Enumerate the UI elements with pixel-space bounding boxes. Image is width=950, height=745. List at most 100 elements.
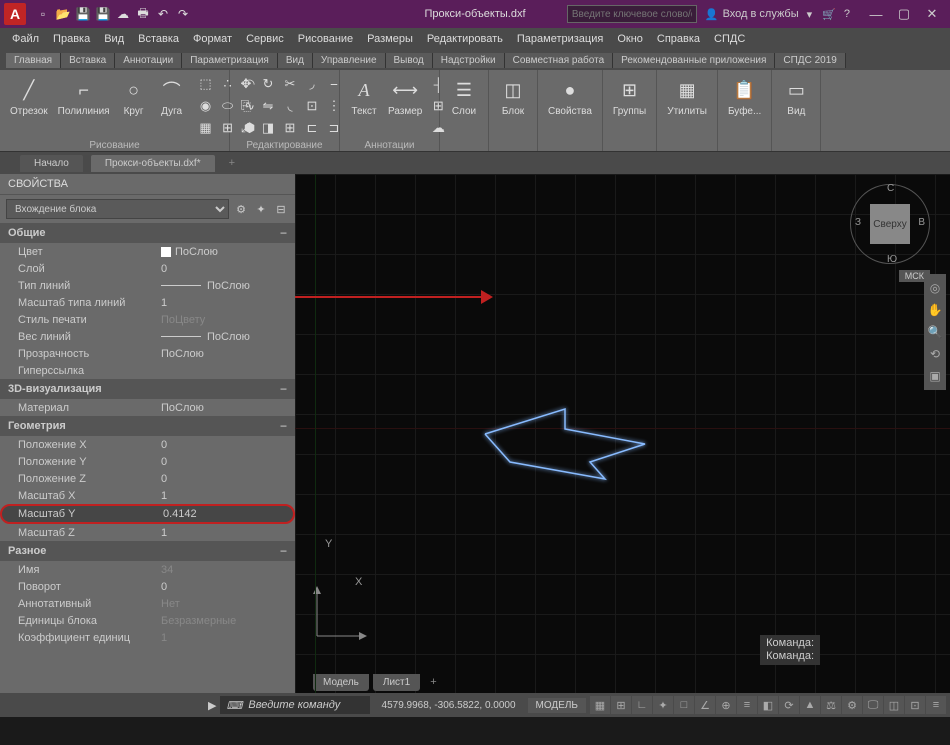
ws-toggle[interactable]: ⚙ <box>842 696 862 714</box>
property-row[interactable]: Единицы блокаБезразмерные <box>0 612 295 629</box>
rotate-icon[interactable]: ↻ <box>258 74 278 94</box>
cycling-toggle[interactable]: ⟳ <box>779 696 799 714</box>
dimension-tool[interactable]: ⟷Размер <box>384 74 426 138</box>
polyline-tool[interactable]: ⌐Полилиния <box>54 74 114 138</box>
open-icon[interactable]: 📂 <box>54 5 72 23</box>
property-value[interactable]: ПоСлою <box>155 246 295 258</box>
clean-toggle[interactable]: ⊡ <box>905 696 925 714</box>
menu-Рисование[interactable]: Рисование <box>292 31 359 47</box>
property-row[interactable]: ПрозрачностьПоСлою <box>0 345 295 362</box>
dyn-toggle[interactable]: ⊕ <box>716 696 736 714</box>
selection-dropdown[interactable]: Вхождение блока <box>6 199 229 219</box>
undo-icon[interactable]: ↶ <box>154 5 172 23</box>
ribbon-tab[interactable]: Аннотации <box>115 53 182 68</box>
property-row[interactable]: Масштаб типа линий1 <box>0 294 295 311</box>
menu-Редактировать[interactable]: Редактировать <box>421 31 509 47</box>
add-layout-icon[interactable]: + <box>424 676 442 688</box>
menu-Параметризация[interactable]: Параметризация <box>511 31 609 47</box>
property-row[interactable]: Гиперссылка <box>0 362 295 379</box>
filter-icon[interactable]: ⊟ <box>273 201 289 217</box>
property-value[interactable]: 1 <box>155 297 295 309</box>
app-logo[interactable]: A <box>4 3 26 25</box>
property-row[interactable]: Вес линийПоСлою <box>0 328 295 345</box>
customize-icon[interactable]: ≡ <box>926 696 946 714</box>
tool-icon[interactable]: ⊏ <box>302 118 322 138</box>
maximize-button[interactable]: ▢ <box>890 2 918 26</box>
ribbon-tab[interactable]: Надстройки <box>433 53 505 68</box>
transparency-toggle[interactable]: ◧ <box>758 696 778 714</box>
property-value[interactable]: Безразмерные <box>155 615 295 627</box>
property-row[interactable]: МатериалПоСлою <box>0 399 295 416</box>
property-row[interactable]: Положение Y0 <box>0 453 295 470</box>
property-value[interactable]: 1 <box>155 490 295 502</box>
menu-Размеры[interactable]: Размеры <box>361 31 419 47</box>
pan-icon[interactable]: ✋ <box>926 300 944 320</box>
section-vis3d[interactable]: 3D-визуализация− <box>0 379 295 399</box>
viewcube[interactable]: Сверху С Ю В З <box>850 184 930 264</box>
menu-СПДС[interactable]: СПДС <box>708 31 751 47</box>
section-misc[interactable]: Разное− <box>0 541 295 561</box>
text-tool[interactable]: AТекст <box>346 74 382 138</box>
menu-Сервис[interactable]: Сервис <box>240 31 290 47</box>
orbit-icon[interactable]: ⟲ <box>926 344 944 364</box>
property-value[interactable]: ПоСлою <box>155 348 295 360</box>
ribbon-tab[interactable]: Вывод <box>386 53 433 68</box>
new-icon[interactable]: ▫ <box>34 5 52 23</box>
saveas-icon[interactable]: 💾 <box>94 5 112 23</box>
clipboard-button[interactable]: 📋Буфе... <box>724 74 765 119</box>
user-icon[interactable]: 👤 <box>705 8 719 21</box>
cloud-icon[interactable]: ☁ <box>114 5 132 23</box>
property-value[interactable]: 0 <box>155 456 295 468</box>
tab-start[interactable]: Начало <box>20 155 83 172</box>
property-value[interactable]: 0 <box>155 581 295 593</box>
property-row[interactable]: Поворот0 <box>0 578 295 595</box>
property-row[interactable]: Тип линийПоСлою <box>0 277 295 294</box>
scale-toggle[interactable]: ⚖ <box>821 696 841 714</box>
cart-icon[interactable]: 🛒 <box>822 8 836 21</box>
array-icon[interactable]: ⊞ <box>280 118 300 138</box>
menu-Правка[interactable]: Правка <box>47 31 96 47</box>
grid-toggle[interactable]: ▦ <box>590 696 610 714</box>
property-value[interactable]: Нет <box>155 598 295 610</box>
property-row[interactable]: Коэффициент единиц1 <box>0 629 295 646</box>
monitor-toggle[interactable]: 🖵 <box>863 696 883 714</box>
tab-file[interactable]: Прокси-объекты.dxf* <box>91 155 215 172</box>
isolate-toggle[interactable]: ◫ <box>884 696 904 714</box>
viewcube-top[interactable]: Сверху <box>870 204 910 244</box>
login-link[interactable]: Вход в службы <box>723 8 799 20</box>
section-geometry[interactable]: Геометрия− <box>0 416 295 436</box>
ribbon-tab[interactable]: Вставка <box>61 53 115 68</box>
showmotion-icon[interactable]: ▣ <box>926 366 944 386</box>
property-row[interactable]: Масштаб X1 <box>0 487 295 504</box>
property-row[interactable]: Слой0 <box>0 260 295 277</box>
tool-icon[interactable]: ⊡ <box>302 96 322 116</box>
mirror-icon[interactable]: ⇋ <box>258 96 278 116</box>
property-value[interactable]: 0 <box>155 473 295 485</box>
ribbon-tab[interactable]: Главная <box>6 53 61 68</box>
view-button[interactable]: ▭Вид <box>778 74 814 119</box>
fillet-icon[interactable]: ◟ <box>280 96 300 116</box>
copy-icon[interactable]: ⎘ <box>236 96 256 116</box>
property-value[interactable]: ПоЦвету <box>155 314 295 326</box>
line-tool[interactable]: ╱Отрезок <box>6 74 52 138</box>
tab-sheet1[interactable]: Лист1 <box>373 674 420 691</box>
ribbon-tab[interactable]: Параметризация <box>182 53 278 68</box>
close-button[interactable]: ✕ <box>918 2 946 26</box>
polar-toggle[interactable]: ✦ <box>653 696 673 714</box>
ribbon-tab[interactable]: СПДС 2019 <box>775 53 845 68</box>
layers-button[interactable]: ☰Слои <box>446 74 482 119</box>
tool-icon[interactable]: ◞ <box>302 74 322 94</box>
quick-select-icon[interactable]: ⚙ <box>233 201 249 217</box>
section-general[interactable]: Общие− <box>0 223 295 243</box>
anno-toggle[interactable]: ▲ <box>800 696 820 714</box>
tool-icon[interactable]: ▦ <box>196 118 216 138</box>
property-row[interactable]: Положение Z0 <box>0 470 295 487</box>
otrack-toggle[interactable]: ∠ <box>695 696 715 714</box>
drawing-canvas[interactable]: Сверху С Ю В З МСК ◎ ✋ 🔍 ⟲ ▣ Y X Команда… <box>295 174 950 693</box>
osnap-toggle[interactable]: □ <box>674 696 694 714</box>
menu-Вид[interactable]: Вид <box>98 31 130 47</box>
property-value[interactable]: ПоСлою <box>155 280 295 292</box>
properties-button[interactable]: ●Свойства <box>544 74 596 119</box>
minimize-button[interactable]: — <box>862 2 890 26</box>
menu-Окно[interactable]: Окно <box>611 31 649 47</box>
